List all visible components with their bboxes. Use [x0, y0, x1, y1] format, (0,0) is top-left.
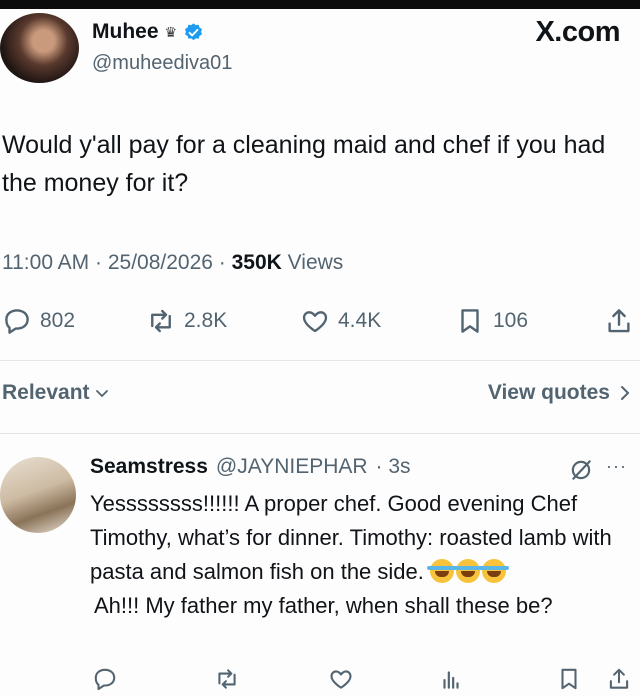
sort-relevant-dropdown[interactable]: Relevant	[2, 381, 110, 405]
author-name-row[interactable]: Muhee ♛	[92, 20, 204, 44]
reply-icon	[94, 668, 116, 691]
author-handle[interactable]: @muheediva01	[92, 52, 232, 75]
verified-badge-icon	[185, 22, 203, 40]
heart-icon	[330, 670, 352, 689]
section-divider	[0, 433, 640, 434]
reply-actions	[0, 666, 640, 696]
repost-count: 2.8K	[184, 309, 228, 332]
reply-analytics-button[interactable]	[438, 666, 464, 697]
author-name[interactable]: Muhee	[92, 20, 159, 44]
reply-author-handle[interactable]: @JAYNIEPHAR	[216, 455, 368, 479]
share-icon	[609, 668, 629, 689]
repost-icon	[218, 669, 236, 689]
reply-bookmark-button[interactable]	[556, 666, 582, 697]
grok-icon[interactable]	[568, 457, 594, 483]
reply-share-button[interactable]	[606, 666, 632, 697]
repost-button[interactable]: 2.8K	[146, 306, 227, 336]
chevron-right-icon	[621, 386, 630, 400]
reply-button[interactable]: 802	[2, 306, 75, 336]
reply-icon	[5, 309, 29, 334]
analytics-icon	[443, 671, 459, 689]
top-edge-bar	[0, 0, 640, 9]
share-button[interactable]	[604, 306, 634, 336]
views-count: 350K	[231, 251, 282, 274]
more-options-icon[interactable]: ···	[606, 456, 627, 477]
like-button[interactable]: 4.4K	[300, 306, 381, 336]
laughing-emoji-icon	[453, 559, 483, 583]
bookmark-count: 106	[493, 309, 529, 332]
laughing-emoji-icon	[427, 559, 457, 583]
section-divider	[0, 360, 640, 361]
reply-header: Seamstress @JAYNIEPHAR · 3s	[90, 455, 411, 479]
like-count: 4.4K	[338, 309, 382, 332]
reply-author-name[interactable]: Seamstress	[90, 455, 208, 479]
repost-icon	[151, 309, 171, 333]
view-quotes-label: View quotes	[487, 381, 610, 404]
reply-repost-button[interactable]	[214, 666, 240, 697]
reply-count: 802	[40, 309, 76, 332]
reply-text-line2: Ah!!! My father my father, when shall th…	[94, 593, 553, 618]
meta-separator: ·	[212, 251, 232, 274]
bookmark-button[interactable]: 106	[455, 306, 528, 336]
views-label: Views	[281, 251, 344, 274]
tweet-date[interactable]: 25/08/2026	[108, 251, 213, 274]
chevron-down-icon	[95, 390, 108, 398]
tweet-time[interactable]: 11:00 AM	[2, 251, 89, 274]
tweet-text: Would y'all pay for a cleaning maid and …	[2, 131, 606, 197]
reply-text-body: Yessssssss!!!!!! A proper chef. Good eve…	[90, 487, 638, 589]
reply-text-line1: Yessssssss!!!!!! A proper chef. Good eve…	[90, 491, 612, 584]
meta-separator: ·	[89, 251, 108, 274]
author-avatar[interactable]	[0, 13, 79, 83]
tweet-actions: 802 2.8K 4.4K 106	[0, 306, 640, 342]
reply-time[interactable]: · 3s	[376, 455, 411, 479]
view-quotes-link[interactable]: View quotes	[488, 381, 632, 405]
reply-author-avatar[interactable]	[0, 457, 76, 533]
crown-icon: ♛	[164, 23, 178, 40]
brand-watermark: X.com	[535, 16, 620, 48]
reply-text: Yessssssss!!!!!! A proper chef. Good eve…	[90, 487, 638, 623]
bookmark-icon	[561, 668, 577, 690]
laughing-emoji-icon	[479, 559, 509, 583]
sort-relevant-label: Relevant	[2, 381, 90, 404]
tweet-meta: 11:00 AM · 25/08/2026 · 350K Views	[2, 251, 343, 275]
share-icon	[608, 309, 630, 333]
reply-reply-button[interactable]	[92, 666, 118, 697]
reply-like-button[interactable]	[328, 666, 354, 697]
heart-icon	[302, 311, 328, 333]
bookmark-icon	[461, 309, 479, 333]
